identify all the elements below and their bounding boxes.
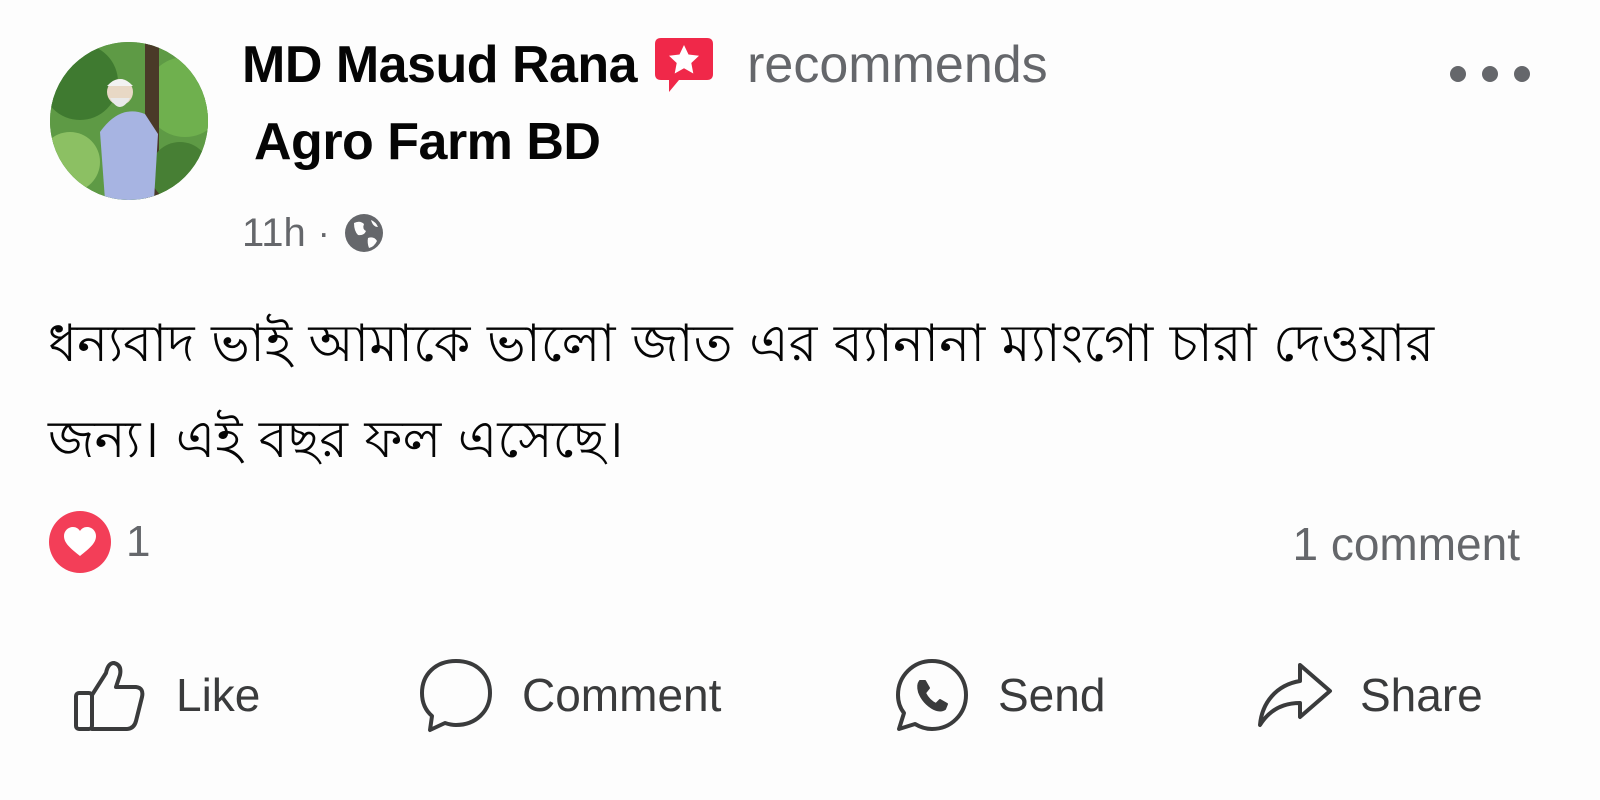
feed-post: MD Masud Rana recommends Agro Farm BD 11… — [0, 0, 1600, 800]
like-button[interactable]: Like — [70, 650, 260, 740]
send-button[interactable]: Send — [892, 650, 1105, 740]
post-meta: 11h · — [242, 205, 386, 261]
comment-label: Comment — [522, 669, 722, 721]
author-line: MD Masud Rana recommends — [242, 30, 1048, 100]
more-dot-icon — [1514, 66, 1530, 82]
reactions-summary[interactable]: 1 — [48, 510, 150, 574]
meta-separator: · — [317, 212, 330, 253]
share-label: Share — [1360, 669, 1483, 721]
author-name[interactable]: MD Masud Rana — [242, 35, 638, 95]
globe-icon[interactable] — [342, 211, 386, 255]
whatsapp-icon — [892, 655, 972, 735]
share-arrow-icon — [1254, 655, 1334, 735]
thumbs-up-icon — [70, 655, 150, 735]
avatar[interactable] — [50, 42, 208, 200]
speech-bubble-icon — [416, 655, 496, 735]
reaction-count: 1 — [126, 517, 151, 566]
send-label: Send — [998, 669, 1106, 721]
heart-icon — [48, 510, 112, 574]
share-button[interactable]: Share — [1254, 650, 1483, 740]
page-name[interactable]: Agro Farm BD — [254, 112, 601, 172]
more-options-button[interactable] — [1450, 56, 1530, 92]
more-dot-icon — [1482, 66, 1498, 82]
comment-button[interactable]: Comment — [416, 650, 721, 740]
recommends-label: recommends — [747, 36, 1048, 94]
comment-count[interactable]: 1 comment — [1292, 512, 1520, 576]
like-label: Like — [176, 669, 261, 721]
action-bar: Like Comment Send Share — [0, 650, 1600, 740]
post-timestamp[interactable]: 11h — [242, 211, 306, 256]
more-dot-icon — [1450, 66, 1466, 82]
recommend-badge-icon — [653, 34, 715, 96]
post-text: ধন্যবাদ ভাই আমাকে ভালো জাত এর ব্যানানা ম… — [48, 314, 1435, 470]
